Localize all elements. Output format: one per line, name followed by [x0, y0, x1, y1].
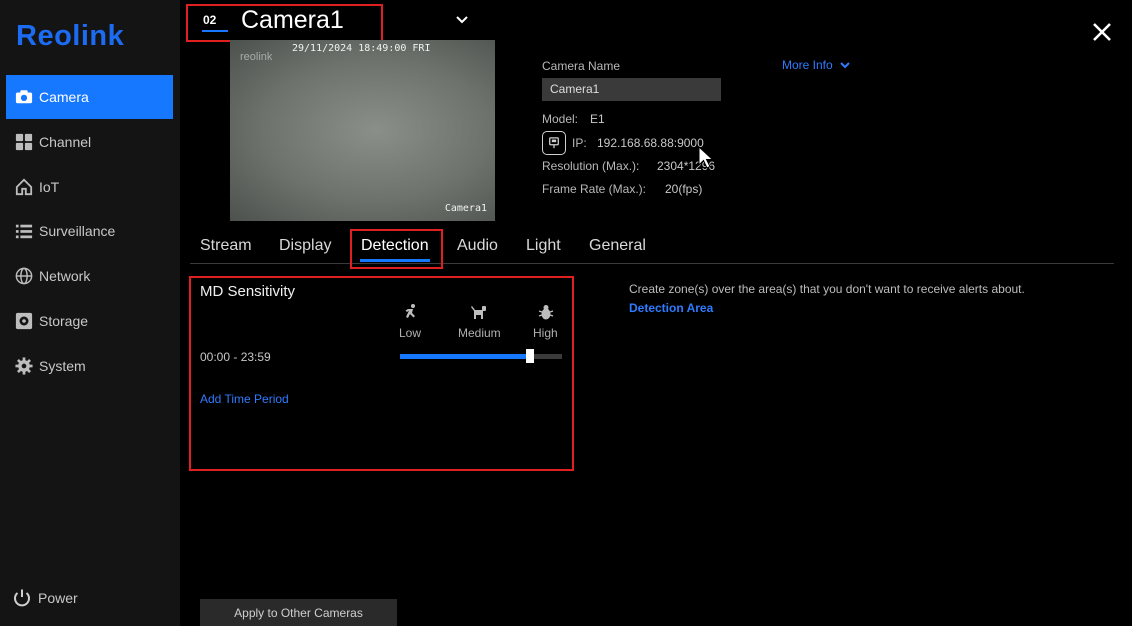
camera-preview: 29/11/2024 18:49:00 FRI reolink Camera1: [230, 40, 495, 221]
camera-name-input[interactable]: Camera1: [542, 78, 721, 101]
framerate-label: Frame Rate (Max.):: [542, 182, 647, 196]
sidebar-item-label: Storage: [39, 313, 89, 329]
tab-highlight-box: [350, 229, 443, 269]
detection-area-link[interactable]: Detection Area: [629, 301, 713, 315]
sidebar: Reolink Camera Channel IoT Surveillance …: [0, 0, 180, 626]
more-info-label: More Info: [782, 58, 833, 72]
running-person-icon: [405, 304, 415, 318]
dog-icon: [471, 306, 486, 319]
sensitivity-low-label: Low: [399, 326, 422, 340]
tabs-divider: [190, 263, 1114, 264]
gear-icon: [14, 356, 34, 376]
camera-name-label: Camera Name: [542, 59, 621, 73]
preview-camera-label: Camera1: [444, 203, 487, 214]
preview-timestamp: 29/11/2024 18:49:00 FRI: [292, 43, 431, 54]
grid-icon: [14, 132, 34, 152]
sidebar-item-label: Camera: [39, 89, 89, 105]
globe-icon: [14, 266, 34, 286]
framerate-value: 20(fps): [665, 182, 703, 196]
md-highlight-box: [189, 276, 574, 471]
sidebar-item-label: Surveillance: [39, 223, 116, 239]
add-time-period-link[interactable]: Add Time Period: [200, 392, 289, 406]
camera-icon: [14, 87, 34, 107]
channel-number-underline: [202, 30, 228, 32]
sidebar-item-label: IoT: [39, 179, 60, 195]
list-icon: [14, 221, 34, 241]
resolution-label: Resolution (Max.):: [542, 159, 640, 173]
mouse-cursor-icon: [698, 146, 714, 169]
detection-zone-description: Create zone(s) over the area(s) that you…: [629, 282, 1025, 296]
camera-title: Camera1: [241, 6, 344, 34]
sensitivity-medium-label: Medium: [458, 326, 501, 340]
sidebar-item-camera[interactable]: Camera: [6, 75, 173, 119]
sensitivity-slider-fill: [400, 354, 530, 359]
tab-display[interactable]: Display: [279, 237, 331, 255]
storage-icon: [14, 311, 34, 331]
ip-label: IP:: [572, 136, 587, 150]
apply-to-other-cameras-button[interactable]: Apply to Other Cameras: [200, 599, 397, 626]
md-sensitivity-title: MD Sensitivity: [200, 283, 296, 300]
sidebar-item-storage[interactable]: Storage: [6, 299, 173, 343]
more-info-link[interactable]: More Info: [782, 58, 851, 72]
time-range: 00:00 - 23:59: [200, 350, 271, 364]
power-button[interactable]: Power: [12, 588, 78, 608]
tab-light[interactable]: Light: [526, 237, 561, 255]
tab-stream[interactable]: Stream: [200, 237, 252, 255]
preview-watermark: reolink: [240, 51, 273, 63]
model-label: Model:: [542, 112, 579, 126]
reolink-logo: Reolink: [16, 20, 125, 52]
home-icon: [14, 177, 34, 197]
sensitivity-high-label: High: [533, 326, 558, 340]
sidebar-item-iot[interactable]: IoT: [6, 165, 173, 209]
sidebar-item-surveillance[interactable]: Surveillance: [6, 209, 173, 253]
chevron-down-icon: [839, 62, 850, 69]
sidebar-item-channel[interactable]: Channel: [6, 120, 173, 164]
sidebar-item-system[interactable]: System: [6, 344, 173, 388]
sidebar-item-label: Network: [39, 268, 91, 284]
close-icon[interactable]: [1090, 20, 1114, 44]
power-icon: [12, 588, 32, 608]
channel-number: 02: [203, 13, 217, 27]
power-label: Power: [38, 590, 78, 606]
bug-icon: [538, 305, 554, 320]
tab-general[interactable]: General: [589, 237, 646, 255]
chevron-down-icon[interactable]: [454, 12, 470, 28]
sidebar-item-label: System: [39, 358, 86, 374]
ip-icon[interactable]: [542, 131, 566, 155]
ip-value: 192.168.68.88:9000: [597, 136, 704, 150]
tab-audio[interactable]: Audio: [457, 237, 498, 255]
sidebar-item-label: Channel: [39, 134, 92, 150]
model-value: E1: [590, 112, 605, 126]
sensitivity-slider-handle[interactable]: [525, 349, 534, 363]
sensitivity-slider[interactable]: [400, 354, 562, 359]
sidebar-item-network[interactable]: Network: [6, 254, 173, 298]
